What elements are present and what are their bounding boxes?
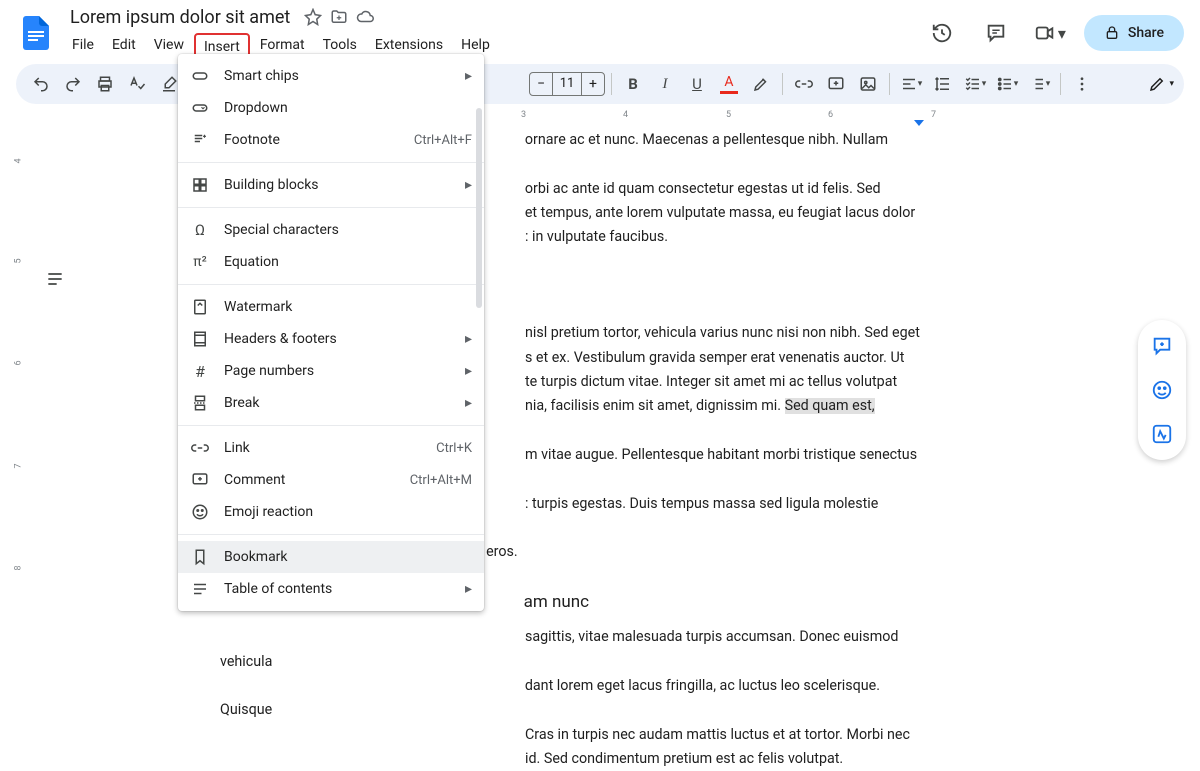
meet-icon[interactable]: ▾ [1030,13,1070,53]
menu-edit[interactable]: Edit [104,33,144,61]
menu-item-table-of-contents[interactable]: Table of contents ▸ [178,573,484,605]
menu-item-dropdown[interactable]: Dropdown [178,92,484,124]
emoji-reaction-icon[interactable] [1142,372,1182,408]
outline-toggle-icon[interactable] [40,264,70,294]
link-icon [190,439,210,457]
toc-icon [190,580,210,598]
move-icon[interactable] [330,8,348,26]
underline-icon[interactable]: U [682,69,712,99]
line-spacing-icon[interactable] [928,69,958,99]
menu-item-special-characters[interactable]: Ω Special characters [178,214,484,246]
submenu-arrow-icon: ▸ [465,581,472,597]
redo-icon[interactable] [58,69,88,99]
doc-title[interactable]: Lorem ipsum dolor sit amet [64,5,296,30]
history-icon[interactable] [922,13,962,53]
vertical-ruler: 4 5 6 7 8 [8,126,40,771]
font-increase[interactable]: + [582,76,604,92]
dropdown-field-icon [190,99,210,117]
dropdown-scrollbar[interactable] [476,108,482,308]
italic-icon[interactable]: I [650,69,680,99]
watermark-icon [190,298,210,316]
bulleted-list-icon[interactable]: ▾ [992,69,1022,99]
text-color-icon[interactable]: A [714,69,744,99]
add-comment-icon[interactable] [1142,328,1182,364]
footnote-icon [190,131,210,149]
highlight-icon[interactable] [746,69,776,99]
cloud-icon[interactable] [356,8,374,26]
undo-icon[interactable] [26,69,56,99]
menu-item-comment[interactable]: Comment Ctrl+Alt+M [178,464,484,496]
docs-logo[interactable] [16,13,56,53]
menu-item-headers-footers[interactable]: Headers & footers ▸ [178,323,484,355]
submenu-arrow-icon: ▸ [465,395,472,411]
menu-item-link[interactable]: Link Ctrl+K [178,432,484,464]
submenu-arrow-icon: ▸ [465,363,472,379]
spellcheck-icon[interactable] [122,69,152,99]
font-size-control[interactable]: − 11 + [529,72,605,96]
hash-icon: # [190,362,210,381]
align-icon[interactable]: ▾ [896,69,926,99]
menu-item-watermark[interactable]: Watermark [178,291,484,323]
omega-icon: Ω [190,221,210,239]
selected-text: Sed quam est, [785,398,875,414]
submenu-arrow-icon: ▸ [465,68,472,84]
side-comment-tools [1138,320,1186,460]
emoji-icon [190,503,210,521]
share-button[interactable]: Share [1084,15,1184,51]
menu-item-building-blocks[interactable]: Building blocks ▸ [178,169,484,201]
pi-icon: π² [190,254,210,270]
checklist-icon[interactable]: ▾ [960,69,990,99]
insert-image-icon[interactable] [853,69,883,99]
menu-item-page-numbers[interactable]: # Page numbers ▸ [178,355,484,387]
numbered-list-icon[interactable]: ▾ [1024,69,1054,99]
headers-footers-icon [190,330,210,348]
smart-chips-icon [190,67,210,85]
heading: am nunc [524,592,589,612]
print-icon[interactable] [90,69,120,99]
menu-item-equation[interactable]: π² Equation [178,246,484,278]
insert-comment-icon[interactable] [821,69,851,99]
bookmark-icon [190,548,210,566]
menu-item-smart-chips[interactable]: Smart chips ▸ [178,60,484,92]
comment-icon [190,471,210,489]
font-decrease[interactable]: − [530,76,552,92]
bold-icon[interactable]: B [618,69,648,99]
menu-item-emoji-reaction[interactable]: Emoji reaction [178,496,484,528]
building-blocks-icon [190,176,210,194]
more-icon[interactable] [1067,69,1097,99]
submenu-arrow-icon: ▸ [465,331,472,347]
comments-icon[interactable] [976,13,1016,53]
insert-menu-dropdown: Smart chips ▸ Dropdown Footnote Ctrl+Alt… [178,54,484,611]
menu-file[interactable]: File [64,33,102,61]
page-break-icon [190,394,210,412]
insert-link-icon[interactable] [789,69,819,99]
star-icon[interactable] [304,8,322,26]
submenu-arrow-icon: ▸ [465,177,472,193]
menu-item-footnote[interactable]: Footnote Ctrl+Alt+F [178,124,484,156]
menu-item-bookmark[interactable]: Bookmark [178,541,484,573]
font-size-value[interactable]: 11 [552,73,582,95]
menu-item-break[interactable]: Break ▸ [178,387,484,419]
suggest-edits-icon[interactable] [1142,416,1182,452]
editing-mode-icon[interactable]: ▾ [1148,75,1174,93]
share-label: Share [1128,25,1164,41]
